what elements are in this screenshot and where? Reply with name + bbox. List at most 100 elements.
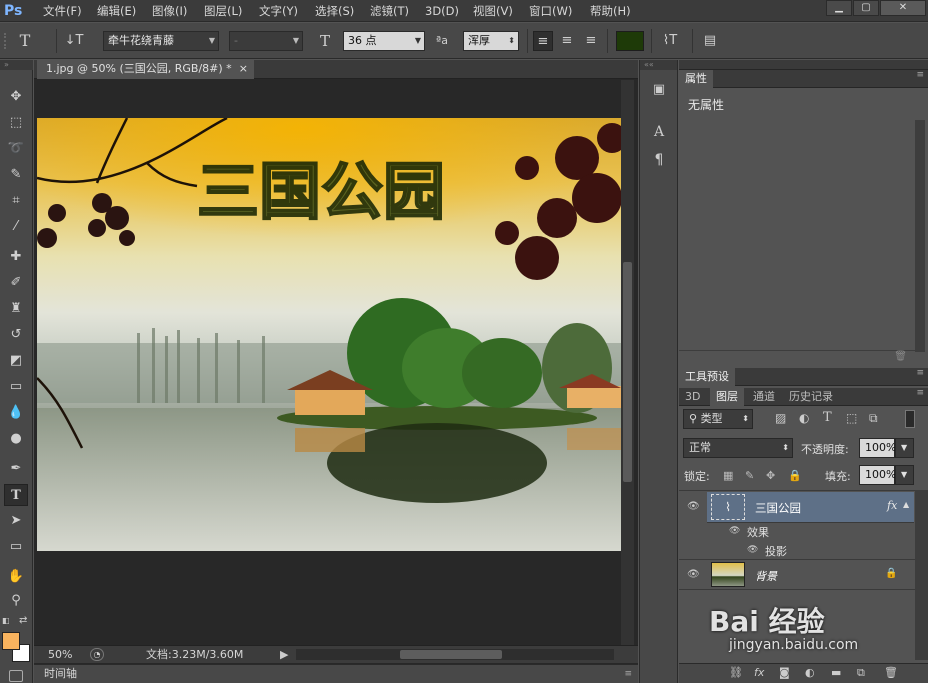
history-brush-tool-icon[interactable]: ↺: [4, 324, 28, 346]
font-size-select[interactable]: 36 点 ▼: [343, 31, 425, 51]
timeline-tab[interactable]: 时间轴: [44, 667, 77, 680]
menu-help[interactable]: 帮助(H): [590, 0, 631, 22]
character-panel-icon[interactable]: ▤: [700, 31, 720, 51]
lock-transparency-icon[interactable]: ▦: [723, 469, 733, 482]
swap-colors-icon[interactable]: ⇄: [19, 615, 27, 626]
align-right-icon[interactable]: ≡: [581, 31, 601, 51]
lock-position-icon[interactable]: ✥: [766, 469, 775, 482]
new-group-icon[interactable]: ▬: [831, 666, 841, 679]
layer-name[interactable]: 背景: [755, 568, 777, 584]
panel-menu-icon[interactable]: ≡: [624, 665, 632, 683]
type-filter-icon[interactable]: T: [823, 410, 832, 425]
type-tool-preset-icon[interactable]: T: [15, 31, 35, 51]
warp-text-icon[interactable]: ⌇T: [660, 31, 680, 51]
status-menu-arrow-icon[interactable]: ▶: [280, 646, 288, 663]
dodge-tool-icon[interactable]: ●: [4, 428, 28, 450]
font-style-select[interactable]: - ▼: [229, 31, 303, 51]
smart-object-filter-icon[interactable]: ⧉: [869, 411, 878, 426]
menu-window[interactable]: 窗口(W): [529, 0, 572, 22]
filter-toggle[interactable]: [905, 410, 915, 428]
menu-layer[interactable]: 图层(L): [204, 0, 242, 22]
expand-effects-icon[interactable]: ▲: [903, 500, 909, 509]
marquee-tool-icon[interactable]: ⬚: [4, 112, 28, 134]
align-left-icon[interactable]: ≡: [533, 31, 553, 51]
visibility-eye-icon[interactable]: 👁: [687, 569, 700, 580]
blur-tool-icon[interactable]: 💧: [4, 402, 28, 424]
pen-tool-icon[interactable]: ✒: [4, 458, 28, 480]
quick-selection-tool-icon[interactable]: ✎: [4, 164, 28, 186]
menu-edit[interactable]: 编辑(E): [97, 0, 136, 22]
healing-brush-tool-icon[interactable]: ✚: [4, 246, 28, 268]
blend-mode-select[interactable]: 正常 ⬍: [683, 438, 793, 458]
panel-menu-icon[interactable]: ≡: [916, 368, 924, 378]
move-tool-icon[interactable]: ✥: [4, 86, 28, 108]
adjustment-layer-icon[interactable]: ◐: [805, 666, 815, 679]
lock-all-icon[interactable]: 🔒: [788, 469, 802, 482]
trash-icon[interactable]: 🗑: [894, 351, 907, 362]
foreground-color-swatch[interactable]: [2, 632, 20, 650]
menu-file[interactable]: 文件(F): [43, 0, 82, 22]
properties-scrollbar[interactable]: [915, 120, 925, 352]
pixel-filter-icon[interactable]: ▨: [775, 411, 786, 425]
hand-tool-icon[interactable]: ✋: [4, 566, 28, 588]
tab-3d[interactable]: 3D: [679, 388, 706, 406]
collapse-icon[interactable]: ««: [640, 60, 677, 70]
clone-stamp-tool-icon[interactable]: ♜: [4, 298, 28, 320]
maximize-button[interactable]: ▢: [853, 0, 879, 16]
menu-select[interactable]: 选择(S): [315, 0, 354, 22]
eyedropper-tool-icon[interactable]: ⁄: [4, 216, 28, 238]
trash-icon[interactable]: 🗑: [884, 666, 898, 679]
tab-tool-presets[interactable]: 工具预设: [679, 368, 735, 386]
quick-mask-icon[interactable]: [9, 670, 23, 682]
menu-filter[interactable]: 滤镜(T): [370, 0, 409, 22]
shape-filter-icon[interactable]: ⬚: [846, 411, 857, 425]
horizontal-scroll-thumb[interactable]: [400, 650, 502, 659]
rectangle-tool-icon[interactable]: ▭: [4, 536, 28, 558]
lasso-tool-icon[interactable]: ➰: [4, 138, 28, 160]
menu-type[interactable]: 文字(Y): [259, 0, 298, 22]
tab-close-icon[interactable]: ×: [239, 60, 248, 78]
effects-visibility-eye-icon[interactable]: 👁: [729, 526, 740, 536]
panel-menu-icon[interactable]: ≡: [916, 388, 924, 398]
drop-shadow-visibility-eye-icon[interactable]: 👁: [747, 545, 758, 555]
crop-tool-icon[interactable]: ⌗: [4, 190, 28, 212]
adjustment-filter-icon[interactable]: ◐: [799, 411, 809, 425]
layers-scrollbar[interactable]: [915, 490, 928, 660]
font-family-select[interactable]: 牵牛花绕青藤 ▼: [103, 31, 219, 51]
tab-channels[interactable]: 通道: [747, 388, 781, 406]
eraser-tool-icon[interactable]: ◩: [4, 350, 28, 372]
zoom-level[interactable]: 50%: [48, 646, 72, 663]
vertical-scroll-thumb[interactable]: [623, 262, 632, 482]
gradient-tool-icon[interactable]: ▭: [4, 376, 28, 398]
layer-effects-fx-icon[interactable]: fx: [887, 499, 897, 512]
document-tab[interactable]: 1.jpg @ 50% (三国公园, RGB/8#) * ×: [37, 60, 254, 79]
character-panel-icon[interactable]: A: [649, 124, 669, 144]
path-selection-tool-icon[interactable]: ➤: [4, 510, 28, 532]
align-center-icon[interactable]: ≡: [557, 31, 577, 51]
layer-name[interactable]: 三国公园: [755, 500, 801, 516]
image-canvas[interactable]: 三国公园: [37, 118, 621, 551]
collapse-icon[interactable]: »: [0, 60, 33, 70]
toggle-orientation-icon[interactable]: ↓T: [64, 31, 84, 51]
link-layers-icon[interactable]: ⛓: [729, 666, 743, 679]
lock-pixels-icon[interactable]: ✎: [745, 469, 754, 482]
status-info-icon[interactable]: ◔: [90, 648, 104, 661]
panel-menu-icon[interactable]: ≡: [916, 70, 924, 80]
tab-properties[interactable]: 属性: [679, 70, 713, 88]
antialias-select[interactable]: 浑厚 ⬍: [463, 31, 519, 51]
menu-view[interactable]: 视图(V): [473, 0, 513, 22]
tab-history[interactable]: 历史记录: [783, 388, 839, 406]
fill-dropdown-icon[interactable]: ▼: [895, 465, 914, 485]
text-color-swatch[interactable]: [616, 31, 644, 51]
new-layer-icon[interactable]: ⧉: [857, 666, 865, 680]
layer-filter-select[interactable]: ⚲ 类型 ⬍: [683, 409, 753, 429]
history-panel-icon[interactable]: ▣: [649, 82, 669, 102]
close-button[interactable]: ✕: [880, 0, 926, 16]
grip-handle[interactable]: [4, 33, 10, 49]
visibility-eye-icon[interactable]: 👁: [687, 501, 700, 512]
opacity-dropdown-icon[interactable]: ▼: [895, 438, 914, 458]
default-colors-icon[interactable]: ◧: [2, 616, 12, 626]
add-mask-icon[interactable]: ◙: [779, 666, 790, 679]
brush-tool-icon[interactable]: ✐: [4, 272, 28, 294]
drop-shadow-effect[interactable]: 投影: [765, 543, 787, 559]
